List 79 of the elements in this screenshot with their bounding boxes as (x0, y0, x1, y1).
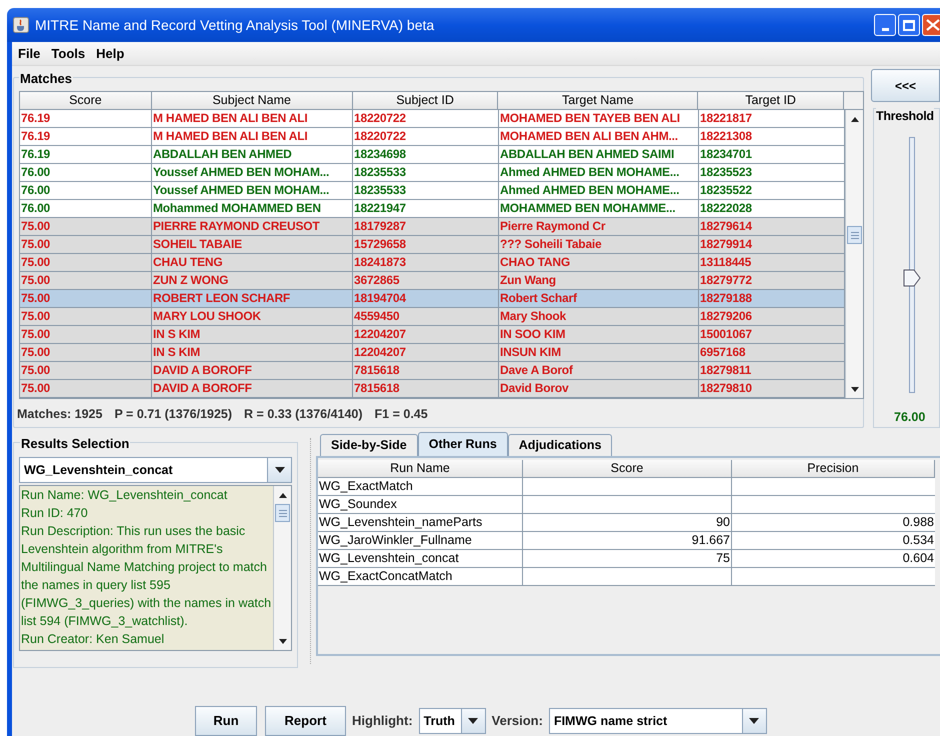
table-cell: 0.988 (732, 514, 935, 532)
up-arrow-icon[interactable] (850, 116, 858, 122)
table-cell: WG_ExactMatch (318, 478, 523, 496)
threshold-slider[interactable] (902, 137, 922, 394)
table-row[interactable]: 76.19 ABDALLAH BEN AHMED 18234698 ABDALLAH BEN AHMED SAIMI 18234701 (20, 146, 845, 164)
maximize-button[interactable] (898, 14, 920, 36)
table-row[interactable]: 75.00 IN S KIM 12204207 IN SOO KIM 15001067 (20, 326, 845, 344)
version-dropdown[interactable]: FIMWG name strict (548, 708, 767, 734)
tab[interactable]: Adjudications (508, 434, 612, 456)
scrollbar[interactable] (845, 110, 863, 398)
app-icon (13, 17, 29, 33)
up-arrow-icon[interactable] (278, 492, 287, 498)
close-button[interactable] (922, 14, 940, 36)
match-statistic: F1 = 0.45 (374, 406, 428, 423)
table-cell: 75 (523, 550, 732, 568)
tab[interactable]: Side-by-Side (320, 434, 418, 456)
table-cell: 7815618 (353, 380, 499, 398)
slider-thumb[interactable] (903, 268, 921, 287)
match-statistic: R = 0.33 (1376/4140) (244, 406, 363, 423)
caret-icon (749, 718, 760, 724)
table-cell: 75.00 (20, 380, 152, 398)
minimize-button[interactable] (874, 14, 896, 36)
threshold-value: 76.00 (894, 409, 926, 426)
table-cell: WG_JaroWinkler_Fullname (318, 532, 523, 550)
table-row[interactable]: 75.00 PIERRE RAYMOND CREUSOT 18179287 Pierre Raymond Cr 18279614 (20, 218, 845, 236)
table-row[interactable]: 75.00 DAVID A BOROFF 7815618 Dave A Borof 18279811 (20, 362, 845, 380)
table-cell: WG_ExactConcatMatch (318, 568, 523, 586)
table-cell: WG_Soundex (318, 496, 523, 514)
table-cell: 0.534 (732, 532, 935, 550)
table-row[interactable]: 75.00 IN S KIM 12204207 INSUN KIM 6957168 (20, 344, 845, 362)
report-button[interactable]: Report (265, 706, 346, 736)
table-cell: WG_Levenshtein_nameParts (318, 514, 523, 532)
column-header[interactable]: Subject Name (152, 92, 353, 110)
menu-item[interactable]: File (18, 44, 40, 64)
column-header[interactable]: Score (20, 92, 152, 110)
table-cell: 90 (523, 514, 732, 532)
table-cell: 18279810 (699, 380, 845, 398)
down-arrow-icon[interactable] (850, 386, 858, 392)
menu-item[interactable]: Help (96, 44, 124, 64)
highlight-label: Highlight: (352, 712, 413, 730)
caret-icon (468, 718, 478, 724)
table-cell: WG_Levenshtein_concat (318, 550, 523, 568)
table-row[interactable]: 76.00 Youssef AHMED BEN MOHAM... 18235533 Ahmed AHMED BEN MOHAME... 18235522 (20, 182, 845, 200)
tab[interactable]: Other Runs (418, 432, 508, 456)
run-button[interactable]: Run (195, 706, 257, 736)
table-row[interactable]: 75.00 MARY LOU SHOOK 4559450 Mary Shook 18279206 (20, 308, 845, 326)
table-row[interactable]: 76.19 M HAMED BEN ALI BEN ALI 18220722 MOHAMED BEN TAYEB BEN ALI 18221817 (20, 110, 845, 128)
table-row[interactable]: 75.00 SOHEIL TABAIE 15729658 ??? Soheili Tabaie 18279914 (20, 236, 845, 254)
column-header[interactable]: Precision (732, 460, 935, 478)
column-header[interactable]: Subject ID (352, 92, 498, 110)
column-header[interactable]: Target Name (498, 92, 698, 110)
table-cell: David Borov (499, 380, 699, 398)
detail-text: Run Creator: Ken Samuel (21, 631, 166, 648)
table-row[interactable]: 75.00 CHAU TENG 18241873 CHAO TANG 13118445 (20, 254, 845, 272)
detail-text: Run Description: This run uses the basic Levenshtein algorithm from MITRE's Multilingual Name Matching project to match the names in query list 595 (FIMWG_3_queries) with the names in watch list 594 (FIMWG_3_watchlist). (21, 523, 272, 630)
column-header[interactable]: Target ID (698, 92, 844, 110)
table-row[interactable]: 76.00 Mohammed MOHAMMED BEN 18221947 MOHAMMED BEN MOHAMME... 18222028 (20, 200, 845, 218)
scrollbar[interactable] (273, 486, 291, 650)
table-row[interactable]: 76.19 M HAMED BEN ALI BEN ALI 18220722 MOHAMED BEN ALI BEN AHM... 18221308 (20, 128, 845, 146)
table-row[interactable]: 75.00 DAVID A BOROFF 7815618 David Borov 18279810 (20, 380, 845, 398)
table-row[interactable]: 75.00 ZUN Z WONG 3672865 Zun Wang 18279772 (20, 272, 845, 290)
match-statistic: Matches: 1925 (17, 406, 102, 423)
collapse-button[interactable]: <<< (871, 69, 940, 102)
table-cell: 0.604 (732, 550, 935, 568)
table-row[interactable]: 76.00 Youssef AHMED BEN MOHAM... 18235533 Ahmed AHMED BEN MOHAME... 18235523 (20, 164, 845, 182)
highlight-dropdown[interactable]: Truth (418, 708, 486, 734)
detail-text: Run ID: 470 (21, 505, 89, 522)
version-label: Version: (492, 712, 543, 730)
window-title: MITRE Name and Record Vetting Analysis Tool (MINERVA) beta (35, 16, 436, 35)
column-header[interactable]: Score (523, 460, 732, 478)
menu-item[interactable]: Tools (51, 44, 86, 64)
match-statistic: P = 0.71 (1376/1925) (114, 406, 232, 423)
table-cell: DAVID A BOROFF (152, 380, 353, 398)
caret-icon (274, 467, 284, 473)
column-header[interactable]: Run Name (318, 460, 523, 478)
detail-text: Run Name: WG_Levenshtein_concat (21, 487, 228, 504)
run-dropdown[interactable]: WG_Levenshtein_concat (19, 457, 292, 483)
down-arrow-icon[interactable] (278, 638, 287, 644)
table-cell: 91.667 (523, 532, 732, 550)
